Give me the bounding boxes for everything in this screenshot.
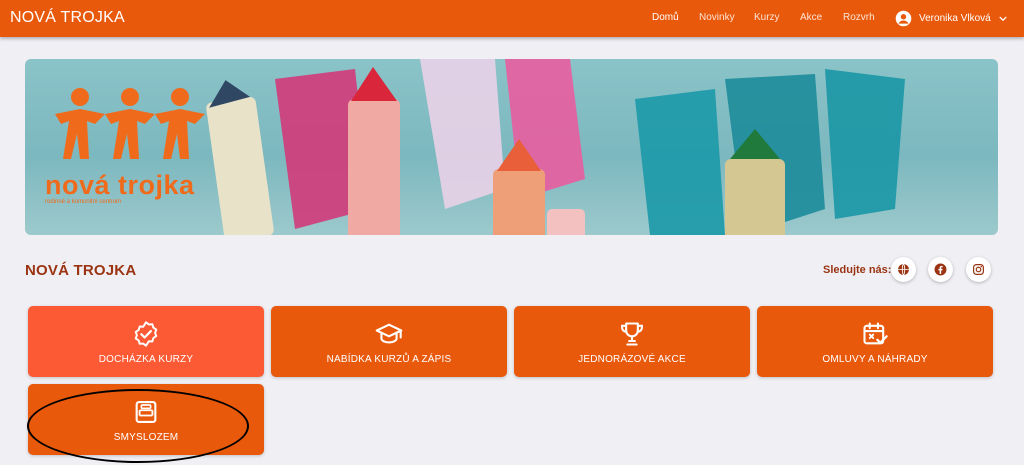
logo-subtitle: rodinné a komunitní centrum (45, 199, 122, 205)
nav-link-events[interactable]: Akce (800, 12, 822, 23)
user-name: Veronika Vlková (919, 13, 991, 24)
hero-banner: nová trojka rodinné a komunitní centrum (25, 59, 998, 235)
nav-link-home[interactable]: Domů (652, 12, 679, 23)
tile-label: OMLUVY A NÁHRADY (822, 354, 928, 365)
follow-label: Sledujte nás: (823, 264, 892, 276)
nav-link-courses[interactable]: Kurzy (754, 12, 780, 23)
instagram-icon (973, 264, 984, 275)
chevron-down-icon (999, 16, 1007, 21)
logo-text: nová trojka (45, 170, 195, 200)
top-app-bar: NOVÁ TROJKA Domů Novinky Kurzy Akce Rozv… (0, 0, 1024, 37)
tile-smyslozem[interactable]: SMYSLOZEM (28, 384, 264, 455)
tile-excuses-replacements[interactable]: OMLUVY A NÁHRADY (757, 306, 993, 377)
social-facebook-button[interactable] (928, 257, 953, 282)
social-web-button[interactable] (891, 257, 916, 282)
tile-label: JEDNORÁZOVÉ AKCE (578, 354, 686, 365)
trophy-icon (621, 322, 643, 346)
facebook-icon (934, 263, 947, 276)
bed-icon (135, 401, 157, 423)
globe-icon (898, 263, 909, 276)
calendar-check-icon (863, 322, 888, 345)
nav-link-schedule[interactable]: Rozvrh (843, 12, 875, 23)
nav-link-news[interactable]: Novinky (699, 12, 735, 23)
badge-check-icon (134, 321, 158, 347)
tile-label: NABÍDKA KURZŮ A ZÁPIS (326, 354, 452, 365)
tile-courses-enrollment[interactable]: NABÍDKA KURZŮ A ZÁPIS (271, 306, 507, 377)
page-title: NOVÁ TROJKA (25, 262, 137, 279)
tile-label: SMYSLOZEM (113, 432, 179, 443)
crayons-banner-image (55, 59, 905, 235)
user-menu[interactable]: Veronika Vlková (895, 9, 1008, 28)
account-circle-icon (895, 10, 912, 27)
graduation-cap-icon (375, 323, 403, 344)
tile-one-time-events[interactable]: JEDNORÁZOVÉ AKCE (514, 306, 750, 377)
app-brand[interactable]: NOVÁ TROJKA (10, 9, 125, 27)
tile-attendance[interactable]: DOCHÁZKA KURZY (28, 306, 264, 377)
social-instagram-button[interactable] (966, 257, 991, 282)
tile-label: DOCHÁZKA KURZY (98, 354, 194, 365)
